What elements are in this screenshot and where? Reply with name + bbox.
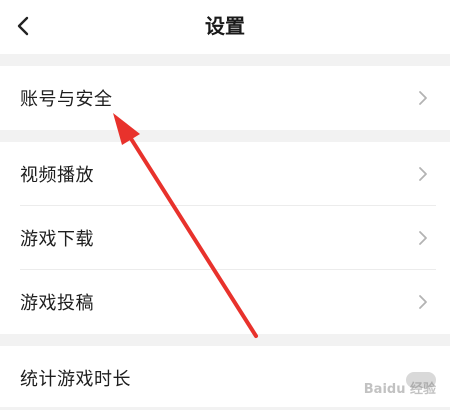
row-label: 视频播放 <box>20 165 94 186</box>
settings-group-account: 账号与安全 <box>0 66 450 130</box>
chevron-right-icon <box>419 231 427 245</box>
settings-row-video-playback[interactable]: 视频播放 <box>0 142 450 206</box>
row-label: 统计游戏时长 <box>20 369 131 390</box>
settings-row-game-submission[interactable]: 游戏投稿 <box>0 270 450 334</box>
chevron-right-icon <box>419 91 427 105</box>
watermark: Baidu 经验 <box>363 382 436 397</box>
row-label: 账号与安全 <box>20 89 113 110</box>
settings-row-game-download[interactable]: 游戏下载 <box>0 206 450 270</box>
page-title: 设置 <box>205 14 245 38</box>
settings-row-account-security[interactable]: 账号与安全 <box>0 66 450 130</box>
row-label: 游戏投稿 <box>20 293 94 314</box>
row-label: 游戏下载 <box>20 229 94 250</box>
chevron-right-icon <box>419 167 427 181</box>
settings-group-stats: 统计游戏时长 <box>0 346 450 407</box>
chevron-right-icon <box>419 295 427 309</box>
top-bar: 设置 <box>0 0 450 54</box>
settings-group-general: 视频播放 游戏下载 游戏投稿 <box>0 142 450 334</box>
